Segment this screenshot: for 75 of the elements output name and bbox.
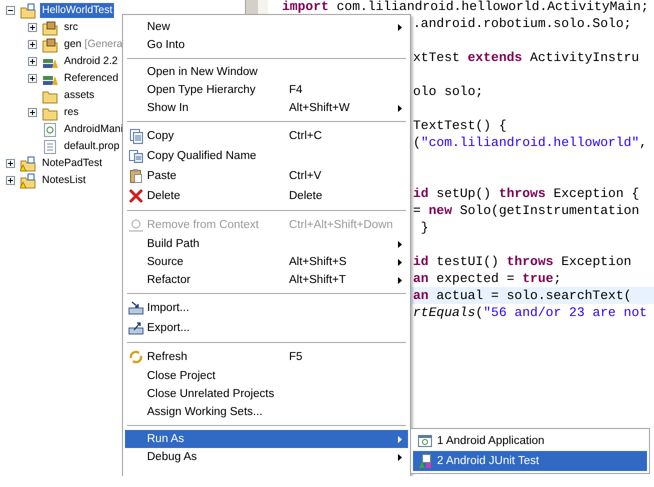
tree-item[interactable]: src [62,20,80,35]
menu-item[interactable]: Debug As [125,448,408,466]
code-line: .android.robotium.solo.Solo; [413,16,632,31]
menu-item[interactable]: Close Project [125,367,408,385]
tree-item[interactable]: gen [Genera [62,37,124,52]
import-icon [128,300,144,316]
copy-icon [128,128,144,144]
menu-item[interactable]: Assign Working Sets... [125,403,408,421]
submenu-arrow-icon [398,104,402,112]
menu-item[interactable]: 2 Android JUnit Test [413,451,647,471]
export-icon [128,320,144,336]
code-line: ("com.liliandroid.helloworld", [413,135,648,150]
submenu-arrow-icon [398,258,402,266]
code-line: import com.liliandroid.helloworld.ActivityMain; [282,0,649,14]
copy-icon [128,148,144,164]
menu-item[interactable]: Copy Qualified Name [125,146,408,166]
menu-item[interactable]: Source Alt+Shift+S [125,253,408,271]
submenu-arrow-icon [398,24,402,30]
menu-item[interactable]: Run As [125,430,408,448]
package-folder-icon [42,20,58,36]
test-icon [417,453,433,469]
menu-item[interactable]: Build Path [125,235,408,253]
expand-icon[interactable] [28,40,37,49]
code-line: rtEquals("56 and/or 23 are not [413,305,648,320]
collapse-icon[interactable] [6,6,15,15]
menu-item[interactable]: Copy Ctrl+C [125,126,408,146]
menu-item[interactable]: Refresh F5 [125,347,408,367]
menu-item[interactable]: New [125,18,408,36]
submenu-arrow-icon [398,276,402,284]
expand-icon[interactable] [6,159,15,168]
menu-item[interactable]: Go Into [125,36,408,54]
menu-item[interactable]: Delete Delete [125,186,408,206]
expand-icon[interactable] [28,57,37,66]
tree-item[interactable]: Referenced [62,71,120,86]
menu-item[interactable]: Import... [125,298,408,318]
code-line: olo solo; [413,84,484,99]
tree-item[interactable]: assets [62,88,96,103]
code-line: = new Solo(getInstrumentation [413,203,640,218]
menu-item[interactable]: Export... [125,318,408,338]
package-folder-icon [42,36,58,52]
tree-item[interactable]: AndroidMani [62,122,125,137]
text-file-icon [42,138,58,154]
expand-icon[interactable] [28,74,37,83]
code-line: TextTest() { [413,118,507,133]
tree-item[interactable]: HelloWorldTest [40,3,114,18]
tree-item[interactable]: NotesList [40,173,88,188]
clipboard-icon [128,168,144,184]
menu-item[interactable]: Open in New Window [125,63,408,81]
tree-item[interactable]: Android 2.2 [62,54,120,69]
code-line: an actual = solo.searchText( [413,288,632,303]
submenu-arrow-icon [398,436,402,442]
code-line: id setUp() throws Exception { [413,186,640,201]
menu-item[interactable]: Paste Ctrl+V [125,166,408,186]
menu-item[interactable]: Show In Alt+Shift+W [125,99,408,117]
window-icon [417,433,433,449]
refresh-icon [128,349,144,365]
tree-item[interactable]: res [62,105,81,120]
menu-item[interactable]: Refactor Alt+Shift+T [125,271,408,289]
code-line: an expected = true; [413,271,562,286]
submenu-arrow-icon [398,240,402,248]
expand-icon[interactable] [28,23,37,32]
menu-item[interactable]: Open Type Hierarchy F4 [125,81,408,99]
code-line: xtTest extends ActivityInstru [413,50,640,65]
code-line: id testUI() throws Exception [413,254,632,269]
code-line: } [420,220,429,235]
menu-item[interactable]: Close Unrelated Projects [125,385,408,403]
expand-icon[interactable] [28,108,37,117]
expand-icon[interactable] [6,176,15,185]
remove-icon [128,217,144,233]
file-icon [42,122,58,138]
delete-icon [128,188,144,204]
tree-item[interactable]: default.prop [62,139,122,154]
menu-item[interactable]: 1 Android Application [413,431,647,451]
submenu-arrow-icon [398,454,402,460]
tree-item[interactable]: NotePadTest [40,156,104,171]
